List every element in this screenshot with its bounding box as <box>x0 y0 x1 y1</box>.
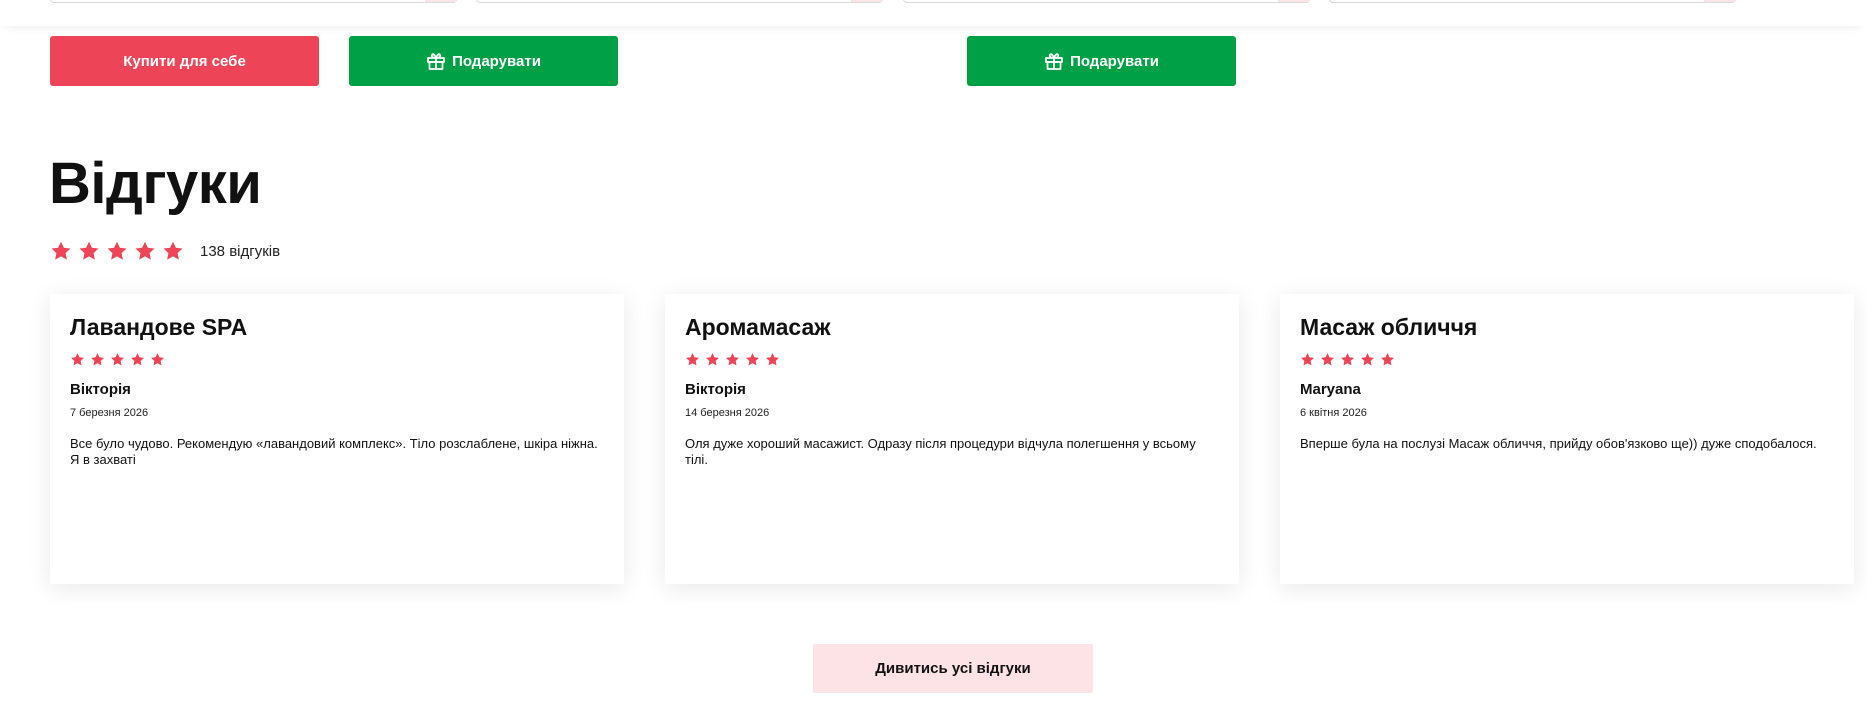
select-field[interactable] <box>476 0 883 3</box>
review-author: Вікторія <box>685 380 746 398</box>
star-icon <box>1340 352 1355 367</box>
select-arrow[interactable] <box>1704 0 1735 2</box>
star-icon <box>725 352 740 367</box>
star-icon <box>106 240 128 262</box>
star-icon <box>50 240 72 262</box>
review-card: Лавандове SPA Вікторія 7 березня 2026 Вс… <box>50 294 624 584</box>
select-arrow[interactable] <box>851 0 882 2</box>
gift-icon <box>426 51 446 71</box>
view-all-reviews-button[interactable]: Дивитись усі відгуки <box>813 644 1093 693</box>
review-card: Масаж обличчя Maryana 6 квітня 2026 Впер… <box>1280 294 1854 584</box>
top-strip <box>0 0 1866 26</box>
select-arrow[interactable] <box>1278 0 1309 2</box>
review-card: Аромамасаж Вікторія 14 березня 2026 Оля … <box>665 294 1239 584</box>
review-text: Вперше була на послузі Масаж обличчя, пр… <box>1300 435 1817 451</box>
view-all-reviews-label: Дивитись усі відгуки <box>875 660 1031 677</box>
gift-button[interactable]: Подарувати <box>967 36 1236 86</box>
review-stars <box>1300 352 1832 367</box>
overall-rating-stars <box>50 240 190 262</box>
review-title: Масаж обличчя <box>1300 314 1478 340</box>
reviews-title: Відгуки <box>49 151 262 216</box>
review-text: Все було чудово. Рекомендую «лавандовий … <box>70 435 598 467</box>
reviews-count: 138 відгуків <box>200 242 281 260</box>
star-icon <box>90 352 105 367</box>
star-icon <box>1320 352 1335 367</box>
review-date: 7 березня 2026 <box>70 406 149 419</box>
gift-label: Подарувати <box>1070 52 1159 70</box>
select-field[interactable] <box>1329 0 1736 3</box>
buy-for-self-label: Купити для себе <box>123 52 246 70</box>
star-icon <box>78 240 100 262</box>
star-icon <box>150 352 165 367</box>
star-icon <box>765 352 780 367</box>
select-arrow[interactable] <box>425 0 456 2</box>
review-title: Аромамасаж <box>685 314 831 340</box>
star-icon <box>685 352 700 367</box>
star-icon <box>745 352 760 367</box>
buy-for-self-button[interactable]: Купити для себе <box>50 36 319 86</box>
review-date: 6 квітня 2026 <box>1300 406 1367 419</box>
star-icon <box>110 352 125 367</box>
star-icon <box>1300 352 1315 367</box>
review-author: Maryana <box>1300 380 1361 398</box>
star-icon <box>705 352 720 367</box>
star-icon <box>70 352 85 367</box>
star-icon <box>1380 352 1395 367</box>
star-icon <box>130 352 145 367</box>
gift-button[interactable]: Подарувати <box>349 36 618 86</box>
review-stars <box>685 352 1217 367</box>
star-icon <box>1360 352 1375 367</box>
select-field[interactable] <box>50 0 457 3</box>
review-stars <box>70 352 602 367</box>
gift-icon <box>1044 51 1064 71</box>
review-text: Оля дуже хороший масажист. Одразу після … <box>685 435 1196 467</box>
review-author: Вікторія <box>70 380 131 398</box>
star-icon <box>162 240 184 262</box>
review-date: 14 березня 2026 <box>685 406 770 419</box>
overall-rating: 138 відгуків <box>50 240 280 262</box>
select-field[interactable] <box>903 0 1310 3</box>
star-icon <box>134 240 156 262</box>
gift-label: Подарувати <box>452 52 541 70</box>
review-title: Лавандове SPA <box>70 314 248 340</box>
